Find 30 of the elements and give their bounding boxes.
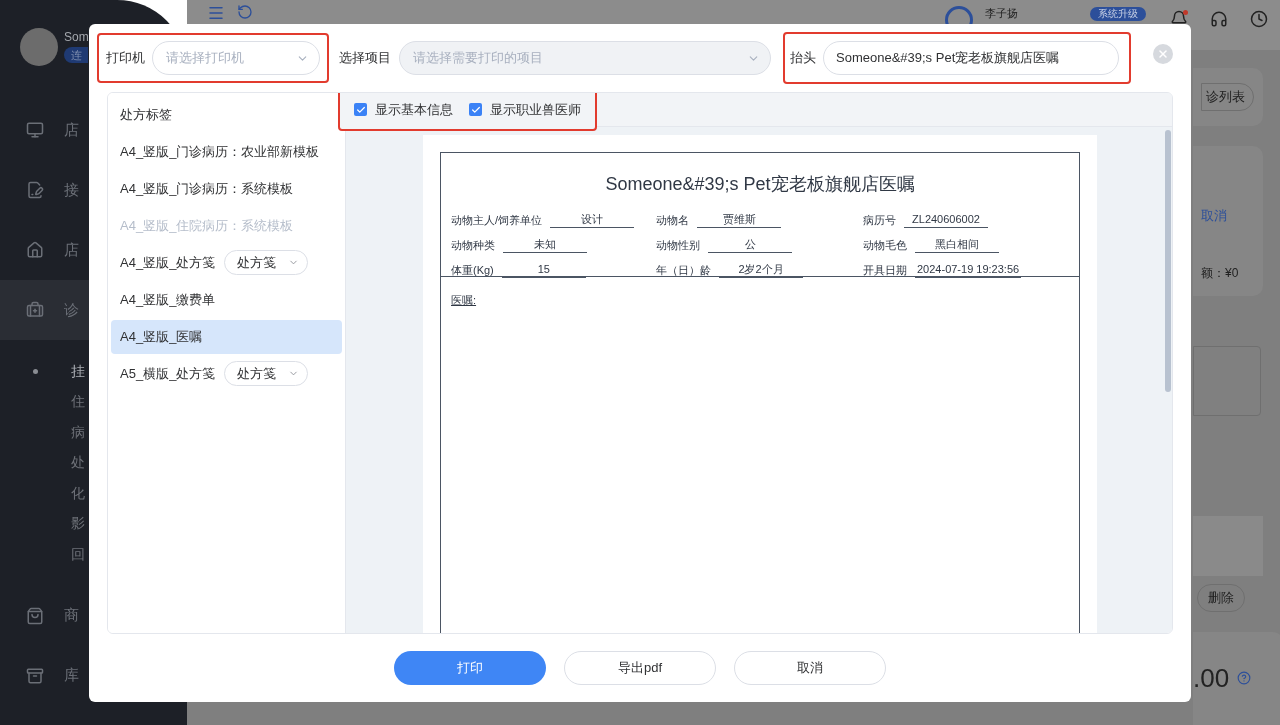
field-label: 动物种类 bbox=[451, 237, 495, 253]
field-label: 动物毛色 bbox=[863, 237, 907, 253]
status-badge: 连 bbox=[64, 47, 88, 63]
printer-label: 打印机 bbox=[106, 49, 145, 68]
user-name: Som bbox=[64, 30, 89, 45]
checkbox-label: 显示基本信息 bbox=[375, 100, 453, 119]
user-name: 李子扬 bbox=[985, 6, 1018, 20]
field-label: 年（日）龄 bbox=[656, 262, 711, 278]
field-value: 未知 bbox=[503, 235, 587, 253]
amount-text: 额：¥0 bbox=[1201, 264, 1240, 282]
total-amount: .00 bbox=[1193, 665, 1230, 692]
field-value: 2岁2个月 bbox=[719, 260, 803, 278]
field-label: 开具日期 bbox=[863, 262, 907, 278]
field-label: 动物性别 bbox=[656, 237, 700, 253]
project-label: 选择项目 bbox=[339, 49, 391, 68]
field-label: 病历号 bbox=[863, 212, 896, 228]
field-value: 设计 bbox=[550, 210, 635, 228]
header-label: 抬头 bbox=[790, 49, 816, 68]
field-value: 黑白相间 bbox=[915, 235, 999, 253]
field-value: 15 bbox=[501, 260, 586, 278]
field-label: 动物主人/饲养单位 bbox=[451, 212, 543, 228]
document-title: Someone&#39;s Pet宠老板旗舰店医嘱 bbox=[604, 173, 916, 196]
checkbox-label: 显示职业兽医师 bbox=[490, 100, 581, 119]
field-value: 2024-07-19 19:23:56 bbox=[915, 260, 1022, 278]
advice-label: 医嘱: bbox=[451, 294, 477, 306]
field-value: ZL240606002 bbox=[904, 210, 988, 228]
field-label: 动物名 bbox=[656, 212, 689, 228]
field-value: 公 bbox=[708, 235, 792, 253]
field-value: 贾维斯 bbox=[697, 210, 781, 228]
field-label: 体重(Kg) bbox=[451, 262, 494, 278]
